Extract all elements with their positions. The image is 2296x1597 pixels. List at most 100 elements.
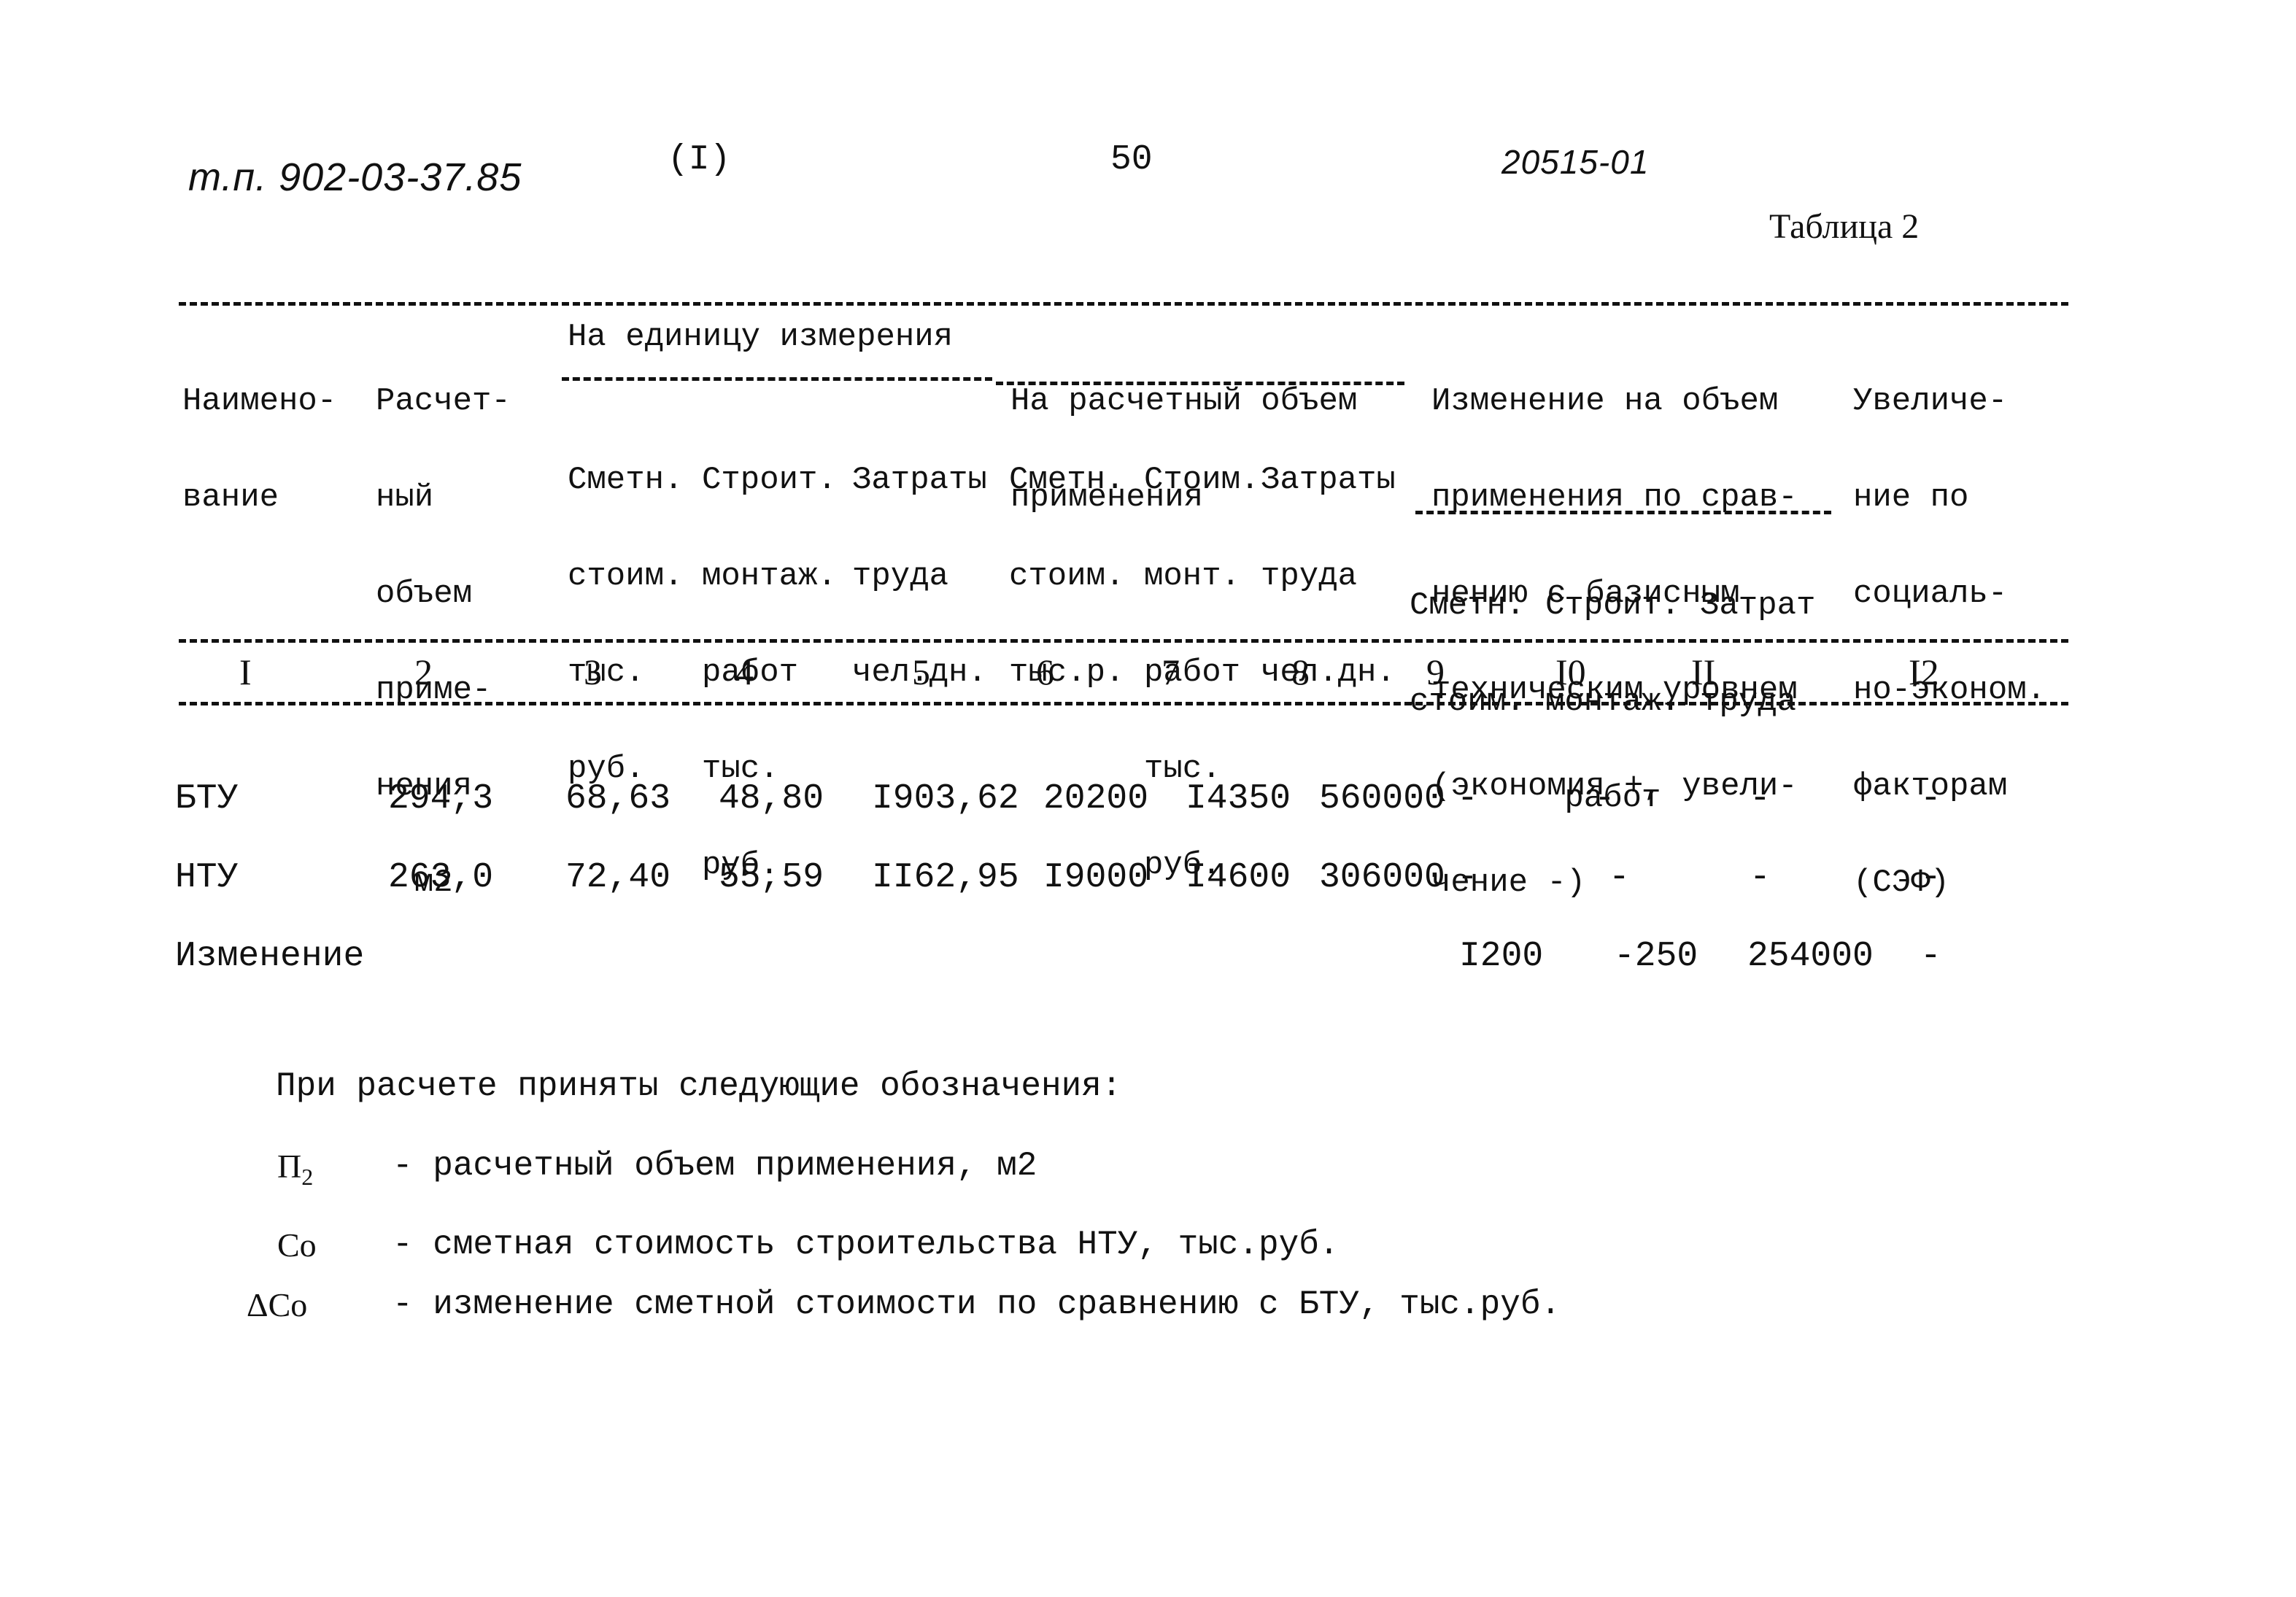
page-number: 50: [1110, 140, 1153, 179]
column-header-1: Наимено- вание: [182, 321, 336, 546]
header-line: (СЭФ): [1853, 865, 1950, 901]
table-cell: 72,40: [565, 858, 671, 897]
group-header-per-unit: На единицу измерения: [568, 319, 954, 355]
header-line: труда: [1261, 558, 1358, 595]
column-number: II: [1691, 651, 1716, 692]
header-line: Стоим.: [1144, 462, 1260, 498]
header-line: но-эконом.: [1853, 672, 2046, 708]
table-cell: I4600: [1186, 858, 1291, 897]
legend-symbol: П2: [277, 1147, 313, 1191]
column-number: 9: [1426, 651, 1445, 692]
table-cell: -: [1609, 858, 1630, 897]
legend-text: - изменение сметной стоимости по сравнен…: [393, 1285, 1561, 1323]
group-header-line: Изменение на объем: [1431, 383, 1779, 419]
row-name: НТУ: [175, 858, 239, 897]
table-cell: 294,3: [388, 779, 494, 819]
column-number: 8: [1291, 651, 1310, 692]
header-line: Расчет-: [376, 383, 511, 419]
column-header-11: Затрат труда: [1700, 525, 1815, 750]
table-cell: -: [1920, 937, 1941, 976]
header-line: чел.дн.: [1261, 654, 1396, 691]
column-header-3: Сметн. стоим. тыс. руб.: [568, 400, 683, 817]
table-cell: 560000: [1319, 779, 1445, 819]
header-line: работ: [702, 654, 799, 691]
symbol-text: П: [277, 1148, 302, 1185]
header-line: монт.: [1144, 558, 1241, 595]
header-line: стоим.: [1009, 558, 1125, 595]
header-line: Затрат: [1700, 587, 1816, 624]
column-number: 5: [912, 651, 930, 692]
column-number: 2: [414, 651, 433, 692]
header-line: труда: [852, 558, 949, 595]
legend-text: - сметная стоимость строительства НТУ, т…: [393, 1226, 1340, 1264]
table-cell: 263,0: [388, 858, 494, 897]
header-line: ный: [376, 479, 434, 516]
table-cell: I9000: [1043, 858, 1149, 897]
table-cell: -: [1750, 858, 1771, 897]
column-number: 4: [735, 651, 754, 692]
header-line: Затраты: [852, 462, 987, 498]
table-cell: -: [1457, 779, 1478, 819]
table-cell: -: [1457, 858, 1478, 897]
column-number: I0: [1555, 651, 1586, 692]
header-line: Сметн.: [568, 462, 684, 498]
table-cell: II62,95: [872, 858, 1019, 897]
header-line: Сметн.: [1410, 587, 1526, 624]
table-cell: I200: [1459, 937, 1544, 976]
column-header-9: Сметн. стоим.: [1410, 525, 1525, 750]
table-cell: -: [1750, 779, 1771, 819]
header-line: стоим.: [568, 558, 684, 595]
header-line: факторам: [1853, 768, 2008, 805]
header-line: Сметн.: [1009, 462, 1125, 498]
table-cell: 55,59: [719, 858, 824, 897]
legend-symbol: Со: [277, 1226, 317, 1264]
part-number: (I): [668, 140, 731, 179]
column-header-4: Строит. монтаж. работ тыс. руб.: [702, 400, 837, 913]
inventory-number: 20515-01: [1501, 143, 1650, 181]
header-line: монтаж.: [702, 558, 837, 595]
row-name: Изменение: [175, 937, 365, 976]
document-code: т.п. 902-03-37.85: [188, 155, 522, 199]
header-line: Строит.: [702, 462, 837, 498]
header-line: ние по: [1853, 479, 1969, 516]
column-header-6: Сметн. стоим. тыс.р.: [1009, 400, 1124, 721]
table-cell: I4350: [1186, 779, 1291, 819]
legend-symbol: ΔСо: [247, 1286, 308, 1323]
table-cell: 20200: [1043, 779, 1149, 819]
table-cell: I903,62: [872, 779, 1019, 819]
column-number: I: [239, 651, 252, 692]
header-line: Увеличе-: [1853, 383, 2008, 419]
table-cell: -: [1920, 858, 1941, 897]
header-line: Наимено-: [182, 383, 337, 419]
table-cell: -250: [1614, 937, 1698, 976]
table-top-rule: [179, 302, 2068, 306]
column-number: I2: [1909, 651, 1939, 692]
table-cell: -: [1920, 779, 1941, 819]
column-number: 7: [1161, 651, 1180, 692]
header-line: социаль-: [1853, 576, 2008, 612]
header-line: труда: [1700, 684, 1797, 720]
header-line: тыс.р.: [1009, 654, 1125, 691]
column-number: 6: [1036, 651, 1054, 692]
header-line: Строит.: [1545, 587, 1680, 624]
symbol-subscript: 2: [301, 1164, 314, 1191]
table-cell: 68,63: [565, 779, 671, 819]
table-cell: 306000: [1319, 858, 1445, 897]
table-cell: 254000: [1747, 937, 1874, 976]
column-header-8: Затраты труда чел.дн.: [1261, 400, 1396, 721]
table-cell: 48,80: [719, 779, 824, 819]
header-line: Затраты: [1261, 462, 1396, 498]
column-header-12: Увеличе- ние по социаль- но-эконом. факт…: [1853, 321, 2046, 931]
group-header-line: применения по срав-: [1431, 479, 1798, 516]
column-header-2: Расчет- ный объем приме- нения м2: [376, 321, 511, 931]
header-line: объем: [376, 576, 473, 612]
table-title: Таблица 2: [1769, 207, 1920, 246]
per-unit-subrule: [562, 377, 992, 381]
table-cell: -: [1594, 779, 1615, 819]
column-number: 3: [584, 651, 602, 692]
row-name: БТУ: [175, 779, 239, 819]
legend-text: - расчетный объем применения, м2: [393, 1147, 1037, 1185]
header-line: приме-: [376, 672, 492, 708]
legend-intro: При расчете приняты следующие обозначени…: [276, 1067, 1122, 1105]
header-line: вание: [182, 479, 279, 516]
